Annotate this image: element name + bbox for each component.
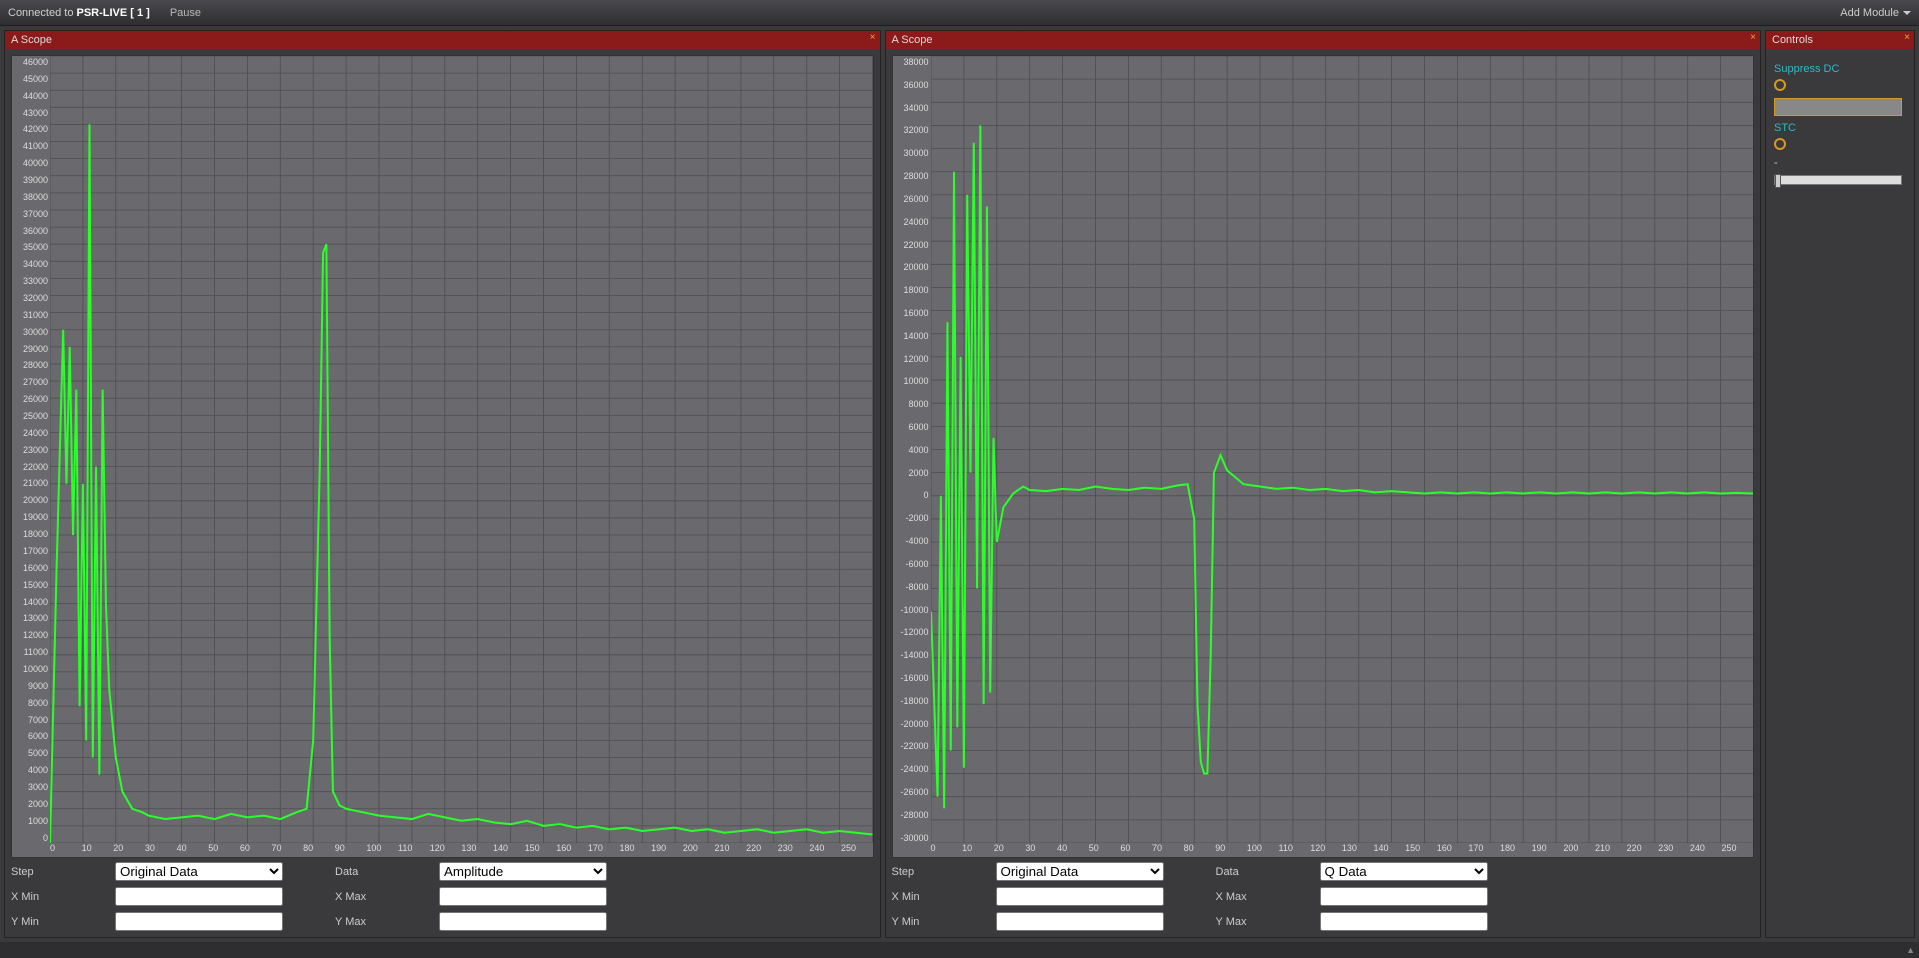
add-module-button[interactable]: Add Module — [1840, 7, 1911, 19]
close-icon[interactable]: × — [1904, 32, 1910, 43]
close-icon[interactable]: × — [870, 32, 876, 43]
controls-title: Controls — [1772, 34, 1813, 46]
scope2-data-label: Data — [1216, 866, 1268, 878]
scope1-ymax-input[interactable] — [439, 912, 607, 931]
slider-thumb[interactable] — [1775, 174, 1781, 188]
scope1-data-select[interactable]: Amplitude — [439, 862, 607, 881]
connection-target: PSR-LIVE [ 1 ] — [77, 7, 150, 19]
stc-label: STC — [1774, 122, 1906, 134]
scope2-step-select[interactable]: Original Data — [996, 862, 1164, 881]
scope2-ymin-input[interactable] — [996, 912, 1164, 931]
stc-value: - — [1774, 157, 1906, 169]
stc-radio[interactable] — [1774, 138, 1786, 150]
scope1-ymin-input[interactable] — [115, 912, 283, 931]
scope2-chart: 3800036000340003200030000280002600024000… — [892, 55, 1755, 858]
scope1-chart: 4600045000440004300042000410004000039000… — [11, 55, 874, 858]
scope1-data-label: Data — [335, 866, 387, 878]
scope1-title: A Scope — [11, 34, 52, 46]
scope2-step-label: Step — [892, 866, 944, 878]
bottom-scrollbar[interactable]: ▲ — [0, 942, 1919, 958]
scope1-xmax-input[interactable] — [439, 887, 607, 906]
top-bar: Connected to PSR-LIVE [ 1 ] Pause Add Mo… — [0, 0, 1919, 26]
scope2-ymax-label: Y Max — [1216, 916, 1268, 928]
scope-panel-1: A Scope × 460004500044000430004200041000… — [4, 30, 881, 938]
connection-prefix: Connected to — [8, 7, 77, 19]
scope1-ymin-label: Y Min — [11, 916, 63, 928]
scope1-step-select[interactable]: Original Data — [115, 862, 283, 881]
scope2-data-select[interactable]: Q Data — [1320, 862, 1488, 881]
close-icon[interactable]: × — [1750, 32, 1756, 43]
scope2-xmin-label: X Min — [892, 891, 944, 903]
scope1-ymax-label: Y Max — [335, 916, 387, 928]
controls-panel: Controls × Suppress DC STC - — [1765, 30, 1915, 938]
scope2-ymax-input[interactable] — [1320, 912, 1488, 931]
scope1-xmin-input[interactable] — [115, 887, 283, 906]
suppress-dc-label: Suppress DC — [1774, 63, 1906, 75]
scope-panel-2: A Scope × 380003600034000320003000028000… — [885, 30, 1762, 938]
main-area: A Scope × 460004500044000430004200041000… — [0, 26, 1919, 942]
pause-button[interactable]: Pause — [170, 7, 201, 19]
scope2-header: A Scope × — [886, 31, 1761, 49]
chevron-down-icon — [1903, 11, 1911, 15]
scope1-header: A Scope × — [5, 31, 880, 49]
scope2-xmax-label: X Max — [1216, 891, 1268, 903]
scope2-xmin-input[interactable] — [996, 887, 1164, 906]
scope1-step-label: Step — [11, 866, 63, 878]
scope1-xmax-label: X Max — [335, 891, 387, 903]
scope1-xmin-label: X Min — [11, 891, 63, 903]
scope2-ymin-label: Y Min — [892, 916, 944, 928]
controls-header: Controls × — [1766, 31, 1914, 49]
scope2-title: A Scope — [892, 34, 933, 46]
suppress-dc-radio[interactable] — [1774, 79, 1786, 91]
scope2-xmax-input[interactable] — [1320, 887, 1488, 906]
stc-slider[interactable] — [1774, 175, 1902, 185]
scroll-up-icon[interactable]: ▲ — [1906, 945, 1915, 955]
connection-status: Connected to PSR-LIVE [ 1 ] — [8, 7, 150, 19]
suppress-dc-input[interactable] — [1774, 98, 1902, 116]
